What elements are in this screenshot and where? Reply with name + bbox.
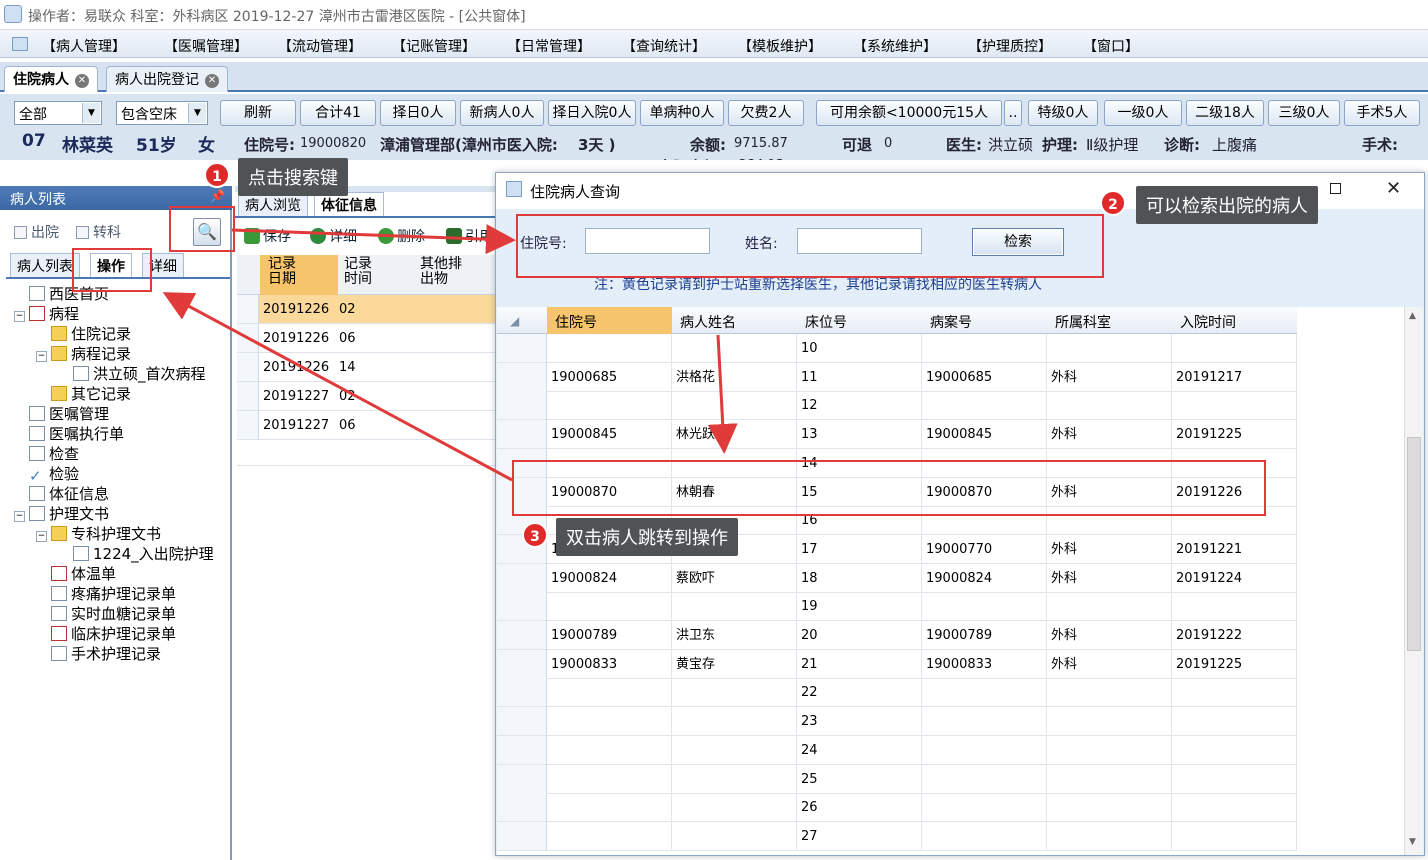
highlight-search-form [516,214,1104,278]
annotation-arrows [162,224,738,482]
arrow-header-to-row [707,334,738,454]
arrow-row-to-operations [162,292,513,482]
badge-2: 2 [1100,190,1126,216]
highlight-search-button [169,206,235,252]
callout-3: 双击病人跳转到操作 [556,518,738,556]
callout-1: 点击搜索键 [238,158,348,196]
badge-3: 3 [522,522,548,548]
callout-2: 可以检索出院的病人 [1136,186,1318,224]
highlight-operations-tab [72,248,152,292]
highlight-patient-row [512,460,1266,516]
arrow-search-to-dialog [231,224,516,255]
badge-1: 1 [204,162,230,188]
